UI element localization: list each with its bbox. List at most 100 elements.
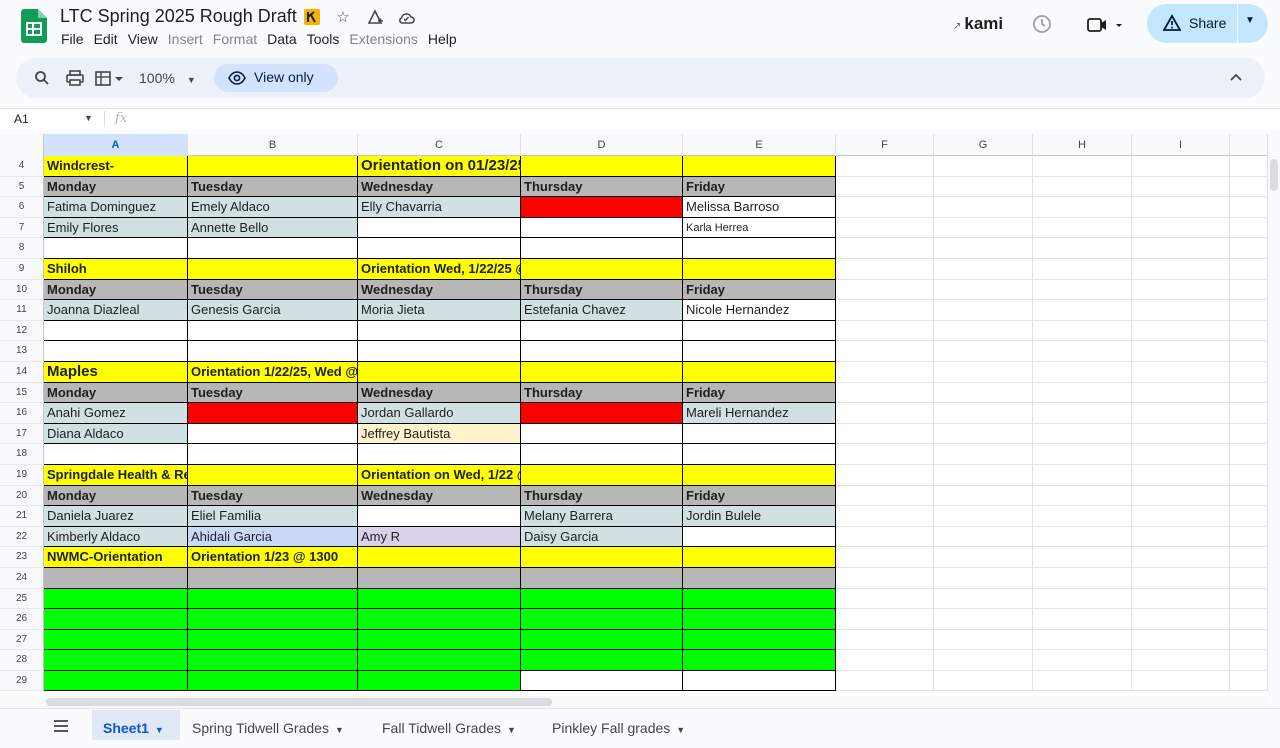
cell-empty[interactable] bbox=[1033, 609, 1132, 630]
cell-b9[interactable] bbox=[188, 259, 358, 280]
row-header-22[interactable]: 22 bbox=[0, 526, 44, 548]
cell-b6[interactable]: Emely Aldaco bbox=[188, 197, 358, 218]
cell-a7[interactable]: Emily Flores bbox=[44, 217, 188, 239]
cell-b27[interactable] bbox=[188, 629, 358, 651]
cell-e24[interactable] bbox=[683, 568, 836, 589]
cell-d7[interactable] bbox=[521, 217, 683, 239]
cell-empty[interactable] bbox=[1132, 588, 1230, 610]
cell-empty[interactable] bbox=[1132, 547, 1230, 568]
cell-d28[interactable] bbox=[521, 650, 683, 671]
cell-empty[interactable] bbox=[934, 403, 1033, 424]
cell-empty[interactable] bbox=[934, 485, 1033, 507]
cell-b11[interactable]: Genesis Garcia bbox=[188, 300, 358, 321]
cell-empty[interactable] bbox=[836, 341, 934, 362]
cell-empty[interactable] bbox=[1132, 465, 1230, 486]
cell-empty[interactable] bbox=[1230, 609, 1268, 630]
cell-empty[interactable] bbox=[1230, 506, 1268, 527]
cell-c16[interactable]: Jordan Gallardo bbox=[358, 403, 521, 424]
cell-d15[interactable]: Thursday bbox=[521, 382, 683, 404]
search-icon[interactable] bbox=[34, 70, 50, 86]
cell-e10[interactable]: Friday bbox=[683, 279, 836, 301]
cell-a28[interactable] bbox=[44, 650, 188, 671]
cell-empty[interactable] bbox=[1033, 320, 1132, 342]
cell-empty[interactable] bbox=[934, 506, 1033, 527]
cell-empty[interactable] bbox=[1132, 197, 1230, 218]
cell-empty[interactable] bbox=[1230, 341, 1268, 362]
menu-data[interactable]: Data bbox=[267, 31, 297, 47]
cell-a8[interactable] bbox=[44, 238, 188, 259]
chevron-up-icon[interactable] bbox=[1229, 70, 1243, 84]
cell-empty[interactable] bbox=[934, 341, 1033, 362]
cell-e9[interactable] bbox=[683, 259, 836, 280]
menu-extensions[interactable]: Extensions bbox=[349, 31, 417, 47]
cell-empty[interactable] bbox=[1230, 485, 1268, 507]
select-all-corner[interactable] bbox=[0, 134, 44, 156]
version-history-icon[interactable] bbox=[1031, 13, 1053, 35]
cell-empty[interactable] bbox=[1230, 217, 1268, 239]
cell-empty[interactable] bbox=[1132, 259, 1230, 280]
cell-empty[interactable] bbox=[1132, 382, 1230, 404]
row-header-5[interactable]: 5 bbox=[0, 176, 44, 198]
cell-a12[interactable] bbox=[44, 320, 188, 342]
cell-empty[interactable] bbox=[1132, 176, 1230, 198]
cell-empty[interactable] bbox=[1033, 197, 1132, 218]
cell-a13[interactable] bbox=[44, 341, 188, 362]
cell-empty[interactable] bbox=[1230, 650, 1268, 671]
sheet-tab-pinkley-fall-grades[interactable]: Pinkley Fall grades ▼ bbox=[542, 710, 700, 740]
cell-empty[interactable] bbox=[1230, 568, 1268, 589]
cell-b14[interactable]: Orientation 1/22/25, Wed @1000 bbox=[188, 362, 387, 383]
cell-e6[interactable]: Melissa Barroso bbox=[683, 197, 836, 218]
cell-empty[interactable] bbox=[1033, 382, 1132, 404]
cell-empty[interactable] bbox=[1132, 279, 1230, 301]
cell-empty[interactable] bbox=[934, 671, 1033, 691]
cell-empty[interactable] bbox=[934, 176, 1033, 198]
cell-empty[interactable] bbox=[1033, 362, 1132, 383]
cell-b28[interactable] bbox=[188, 650, 358, 671]
row-header-8[interactable]: 8 bbox=[0, 238, 44, 259]
cell-empty[interactable] bbox=[934, 444, 1033, 465]
cell-empty[interactable] bbox=[1132, 568, 1230, 589]
cell-b18[interactable] bbox=[188, 444, 358, 465]
meet-icon[interactable] bbox=[1086, 14, 1126, 36]
cell-empty[interactable] bbox=[836, 176, 934, 198]
cell-empty[interactable] bbox=[836, 444, 934, 465]
cell-e4[interactable] bbox=[683, 156, 836, 177]
row-header-6[interactable]: 6 bbox=[0, 197, 44, 218]
cell-a23[interactable]: NWMC-Orientation bbox=[44, 547, 188, 568]
cell-empty[interactable] bbox=[1033, 506, 1132, 527]
row-header-7[interactable]: 7 bbox=[0, 217, 44, 239]
share-dropdown-icon[interactable]: ▼ bbox=[1245, 15, 1255, 26]
cell-empty[interactable] bbox=[1230, 629, 1268, 651]
all-sheets-menu-icon[interactable] bbox=[53, 719, 69, 733]
cell-empty[interactable] bbox=[1033, 403, 1132, 424]
kami-button[interactable]: ↗ kami bbox=[953, 14, 1003, 34]
cell-c20[interactable]: Wednesday bbox=[358, 485, 521, 507]
cell-empty[interactable] bbox=[934, 279, 1033, 301]
cell-b16[interactable] bbox=[188, 403, 358, 424]
cell-c19[interactable]: Orientation on Wed, 1/22 @1000 bbox=[358, 465, 558, 486]
cell-empty[interactable] bbox=[836, 217, 934, 239]
cell-b29[interactable] bbox=[188, 671, 358, 691]
cell-e12[interactable] bbox=[683, 320, 836, 342]
cell-b19[interactable] bbox=[188, 465, 358, 486]
cell-empty[interactable] bbox=[1033, 444, 1132, 465]
sheet-tab-sheet1[interactable]: Sheet1 ▼ bbox=[92, 710, 180, 740]
cell-d13[interactable] bbox=[521, 341, 683, 362]
cell-empty[interactable] bbox=[836, 300, 934, 321]
cell-e21[interactable]: Jordin Bulele bbox=[683, 506, 836, 527]
cell-c24[interactable] bbox=[358, 568, 521, 589]
cell-empty[interactable] bbox=[1230, 238, 1268, 259]
cell-empty[interactable] bbox=[1230, 547, 1268, 568]
vertical-scroll-thumb[interactable] bbox=[1270, 159, 1278, 191]
row-header-10[interactable]: 10 bbox=[0, 279, 44, 301]
sheet-tab-fall-tidwell-grades[interactable]: Fall Tidwell Grades ▼ bbox=[372, 710, 538, 740]
cell-empty[interactable] bbox=[1230, 300, 1268, 321]
cell-empty[interactable] bbox=[934, 156, 1033, 177]
column-header-h[interactable]: H bbox=[1033, 134, 1132, 156]
row-header-25[interactable]: 25 bbox=[0, 588, 44, 610]
row-header-16[interactable]: 16 bbox=[0, 403, 44, 424]
cell-a6[interactable]: Fatima Dominguez bbox=[44, 197, 188, 218]
cell-d20[interactable]: Thursday bbox=[521, 485, 683, 507]
cell-c12[interactable] bbox=[358, 320, 521, 342]
cell-a26[interactable] bbox=[44, 609, 188, 630]
